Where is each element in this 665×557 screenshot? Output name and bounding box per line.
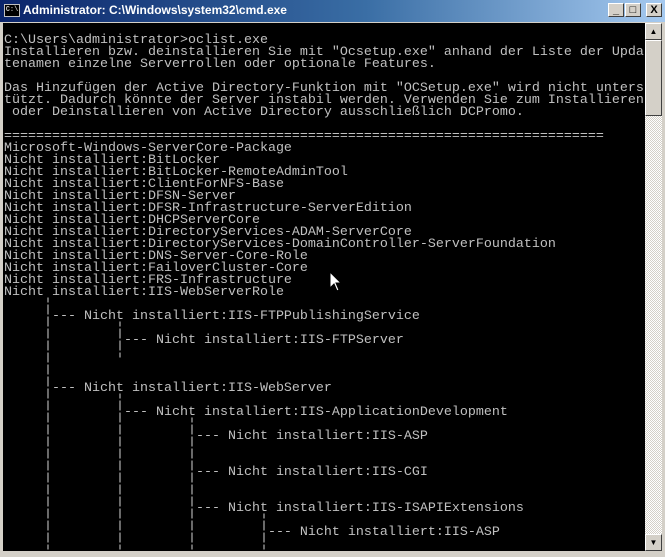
console-line: ¦	[4, 357, 52, 372]
console-output[interactable]: C:\Users\administrator>oclist.exe Install…	[3, 23, 645, 551]
console-line: ¦ ¦ ¦ ¦	[4, 537, 268, 551]
minimize-button[interactable]: _	[608, 3, 624, 17]
cmd-icon[interactable]: C:\	[4, 4, 20, 17]
close-button[interactable]: X	[646, 3, 662, 17]
vertical-scrollbar[interactable]: ▲ ▼	[645, 23, 662, 551]
title-bar[interactable]: C:\ Administrator: C:\Windows\system32\c…	[0, 0, 665, 22]
console-line: Nicht installiert:IIS-WebServerRole	[4, 285, 284, 300]
console-line: tenamen einzelne Serverrollen oder optio…	[4, 57, 436, 72]
scroll-down-button[interactable]: ▼	[645, 534, 662, 551]
maximize-button[interactable]: □	[625, 3, 641, 17]
console-lines: C:\Users\administrator>oclist.exe Install…	[3, 23, 645, 551]
console-line: oder Deinstallieren von Active Directory…	[4, 105, 524, 120]
console-line: ¦ ¦	[4, 345, 124, 360]
scroll-thumb[interactable]	[645, 40, 662, 116]
window-title: Administrator: C:\Windows\system32\cmd.e…	[23, 3, 287, 17]
scroll-up-button[interactable]: ▲	[645, 23, 662, 40]
